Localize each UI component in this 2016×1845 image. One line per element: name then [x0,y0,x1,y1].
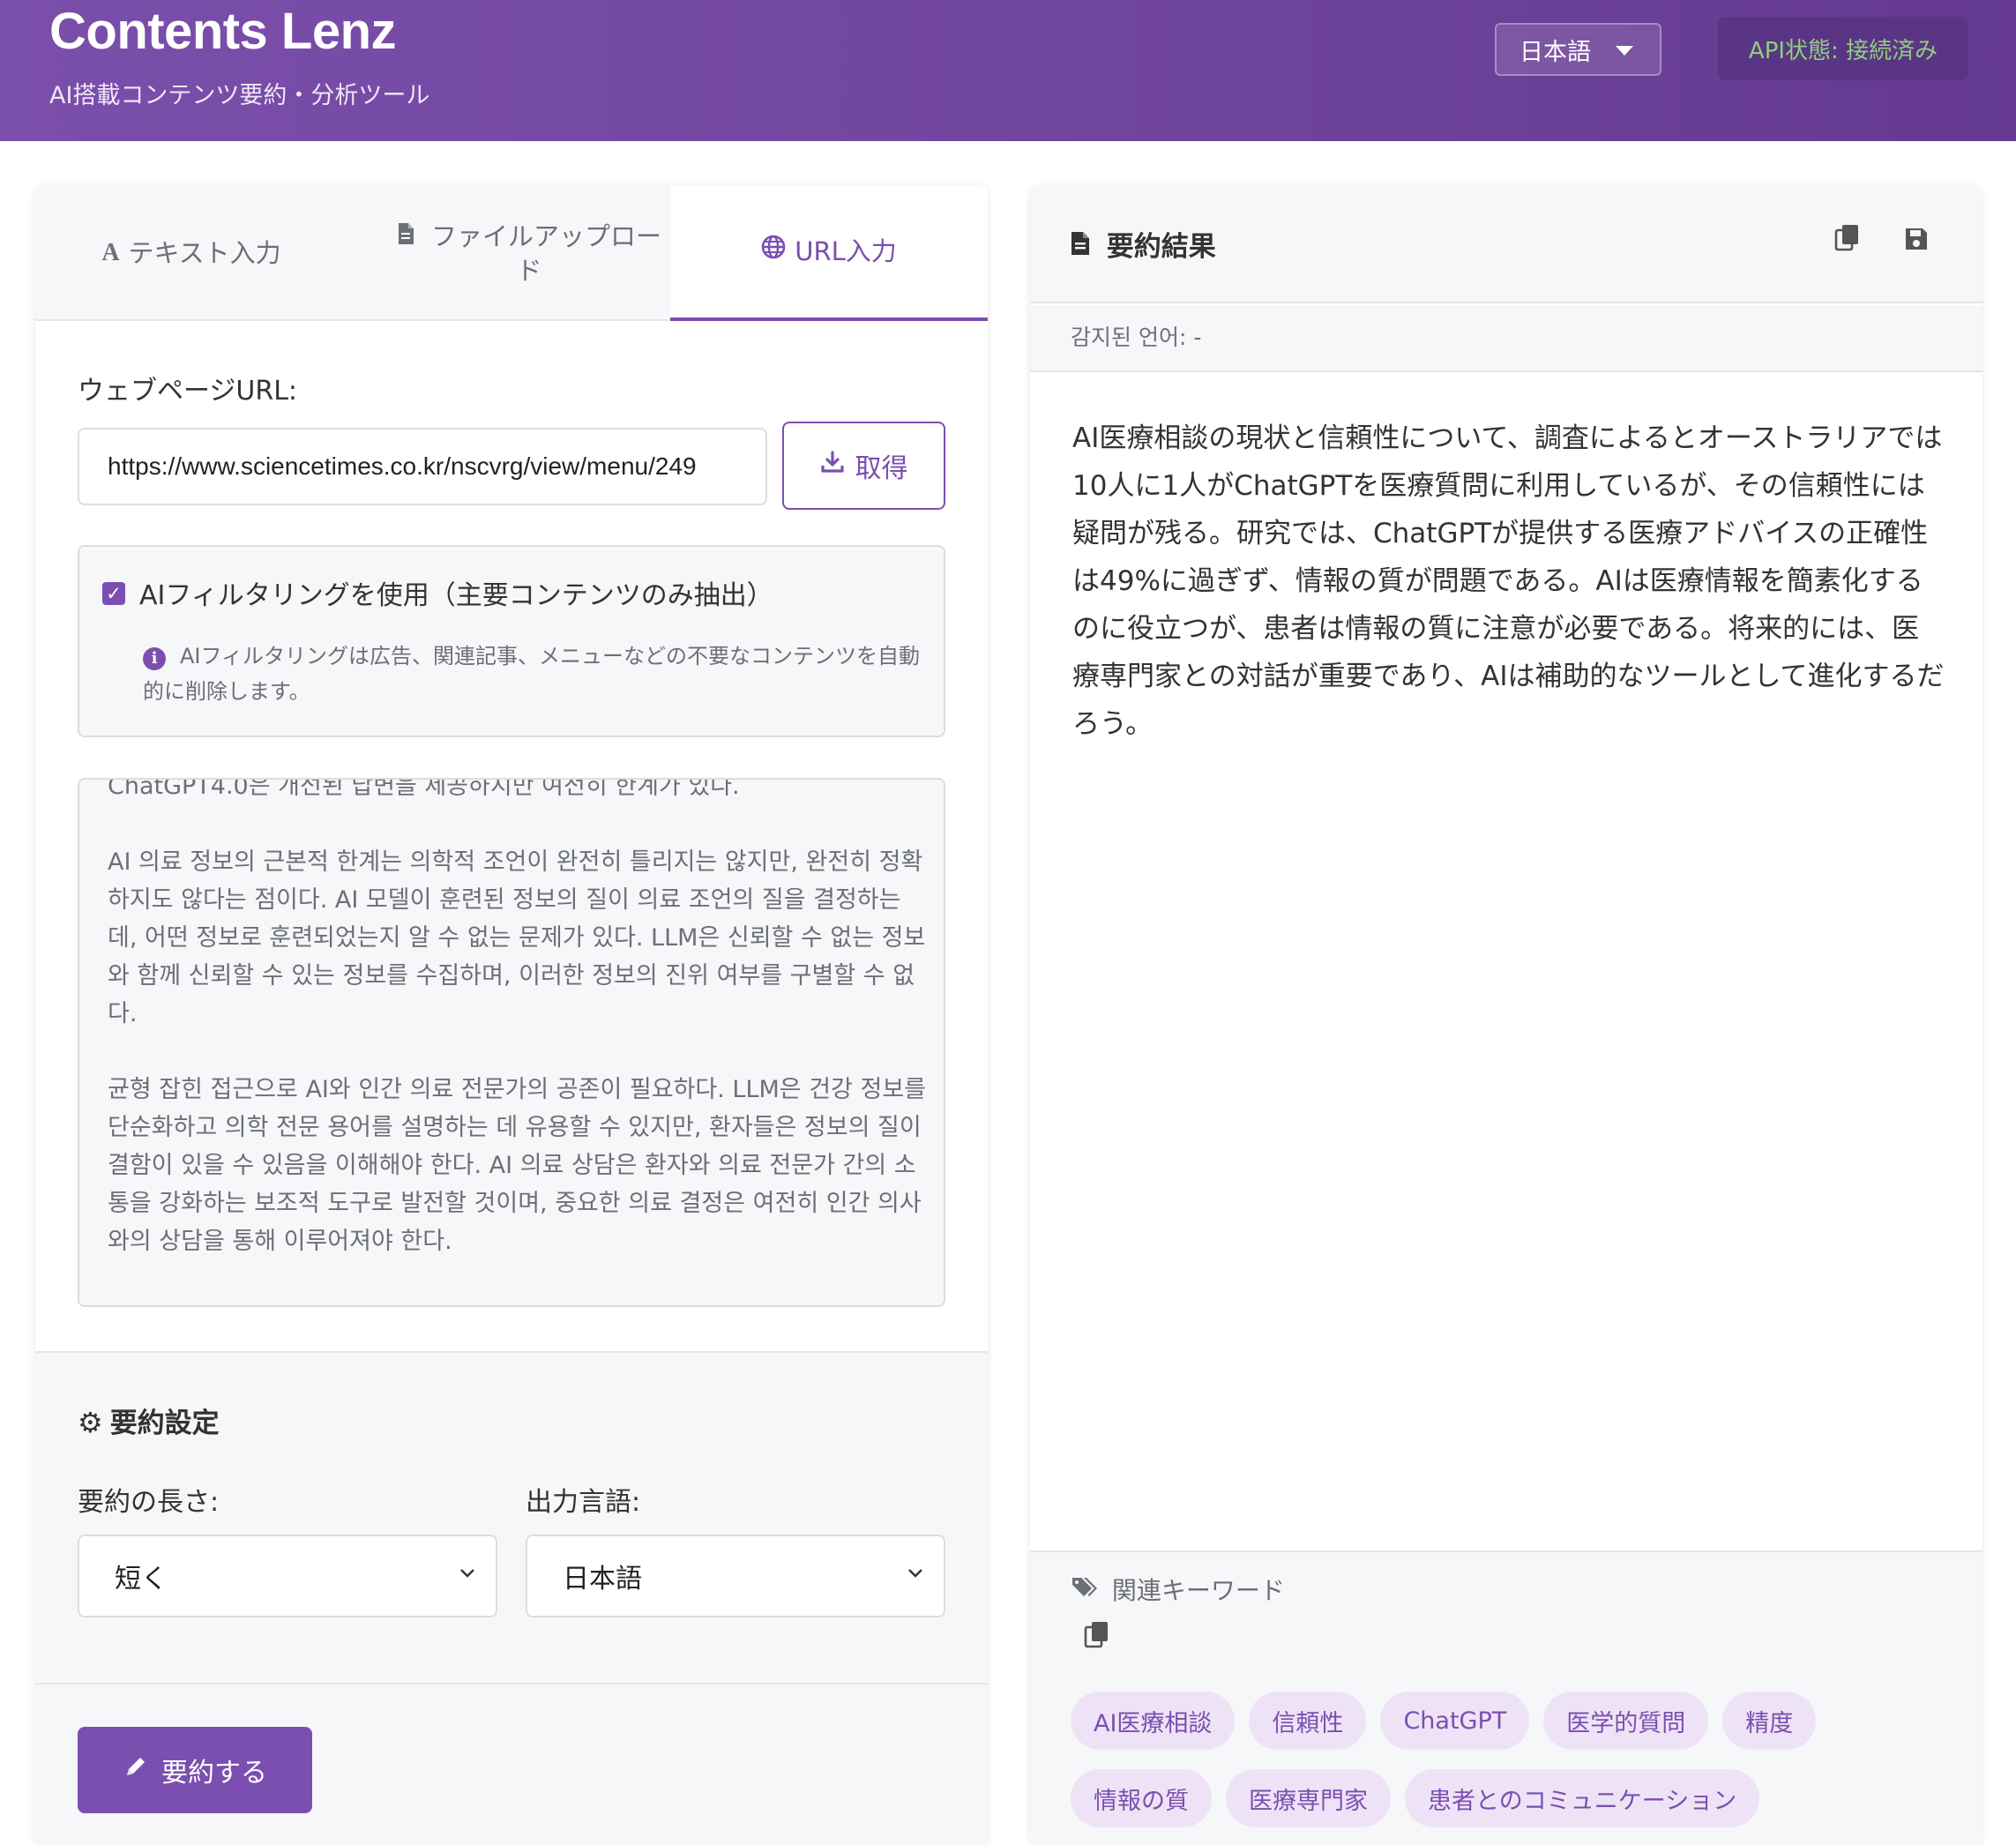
summarize-button[interactable]: 要約する [78,1727,312,1813]
keywords-title-text: 関連キーワード [1111,1576,1285,1605]
actions-bar: 要約する [35,1683,988,1845]
ai-filter-checkbox[interactable]: ✓ [102,582,125,605]
file-icon [1071,231,1100,263]
result-title-text: 要約結果 [1106,231,1216,263]
output-language-label: 出力言語: [526,1487,641,1518]
globe-icon [761,235,786,268]
ai-filter-label[interactable]: AIフィルタリングを使用（主要コンテンツのみ抽出） [139,573,773,612]
keyword-chip[interactable]: 精度 [1722,1692,1817,1750]
keyword-chip[interactable]: 情報の質 [1071,1769,1212,1827]
result-panel: 要約結果 감지된 언어: - AI医療相談の現状と信頼性について、調査によるとオ… [1030,185,1982,1845]
input-tabs: A テキスト入力 ファイルアップロード URL入力 [35,185,988,321]
language-select[interactable]: 日本語 [1495,23,1661,76]
result-title: 要約結果 [1071,224,1216,264]
app-header: Contents Lenz AI搭載コンテンツ要約・分析ツール 日本語 API状… [0,0,2016,141]
keywords-section: 関連キーワード AI医療相談 信頼性 ChatGPT 医学的質問 精度 情報の質… [1030,1550,1982,1845]
keyword-chip[interactable]: ChatGPT [1380,1692,1530,1750]
url-label: ウェブページURL: [78,376,298,407]
ai-filter-note-text: AIフィルタリングは広告、関連記事、メニューなどの不要なコンテンツを自動的に削除… [143,644,921,704]
ai-filter-note: i AIフィルタリングは広告、関連記事、メニューなどの不要なコンテンツを自動的に削… [143,639,928,709]
output-language-select[interactable]: 日本語 [526,1535,945,1617]
keyword-chip[interactable]: 医療専門家 [1226,1769,1391,1827]
detected-language: 감지된 언어: - [1030,305,1982,372]
ai-filter-box: ✓ AIフィルタリングを使用（主要コンテンツのみ抽出） i AIフィルタリングは広… [78,545,945,737]
keyword-chip[interactable]: 患者とのコミュニケーション [1405,1769,1760,1827]
settings-title: ⚙ 要約設定 [78,1401,220,1440]
info-icon: i [143,647,166,670]
api-status-badge: API状態: 接続済み [1718,17,1968,80]
tab-file-upload[interactable]: ファイルアップロード [379,185,679,321]
output-language-value: 日本語 [563,1564,642,1595]
tags-icon [1071,1576,1105,1605]
app-title: Contents Lenz [49,3,397,60]
settings-title-text: 要約設定 [109,1408,220,1439]
tab-label: ファイルアップロード [430,220,661,286]
tab-url-input[interactable]: URL入力 [670,185,988,321]
pencil-icon [123,1753,149,1787]
file-icon [397,222,422,251]
font-icon: A [101,239,120,266]
app-subtitle: AI搭載コンテンツ要約・分析ツール [49,82,430,109]
caret-down-icon [1616,46,1633,56]
keyword-chip[interactable]: 医学的質問 [1543,1692,1709,1750]
gear-icon: ⚙ [78,1406,103,1439]
copy-icon[interactable] [1827,222,1868,263]
chevron-down-icon [459,1563,476,1585]
keyword-list: AI医療相談 信頼性 ChatGPT 医学的質問 精度 情報の質 医療専門家 患… [1071,1692,1953,1827]
input-panel: A テキスト入力 ファイルアップロード URL入力 ウェブページURL: 取得 … [35,185,988,1845]
summary-length-label: 要約の長さ: [78,1487,220,1518]
download-icon [820,450,845,482]
keyword-chip[interactable]: AI医療相談 [1071,1692,1236,1750]
result-header: 要約結果 [1030,185,1982,303]
url-input[interactable] [78,428,767,505]
summarize-button-label: 要約する [161,1758,267,1789]
summary-text: AI医療相談の現状と信頼性について、調査によるとオーストラリアでは10人に1人が… [1072,422,1945,740]
fetch-button-label: 取得 [855,453,908,484]
tab-label: URL入力 [795,236,897,266]
keywords-title: 関連キーワード [1071,1572,1285,1607]
language-select-value: 日本語 [1519,38,1591,66]
summary-length-select[interactable]: 短く [78,1535,497,1617]
chevron-down-icon [907,1563,924,1585]
save-icon[interactable] [1896,222,1937,263]
extracted-content-text: ChatGPT4.0은 개선된 답변을 제공하지만 여전히 한계가 있다. AI… [108,778,927,1255]
copy-keywords-icon[interactable] [1083,1619,1111,1656]
keyword-chip[interactable]: 信頼性 [1249,1692,1367,1750]
extracted-content-textarea[interactable]: ChatGPT4.0은 개선된 답변을 제공하지만 여전히 한계가 있다. AI… [78,778,945,1307]
tab-text-input[interactable]: A テキスト入力 [35,185,347,321]
summary-length-value: 短く [115,1564,168,1595]
tab-label: テキスト入力 [128,238,281,268]
fetch-button[interactable]: 取得 [782,422,945,510]
